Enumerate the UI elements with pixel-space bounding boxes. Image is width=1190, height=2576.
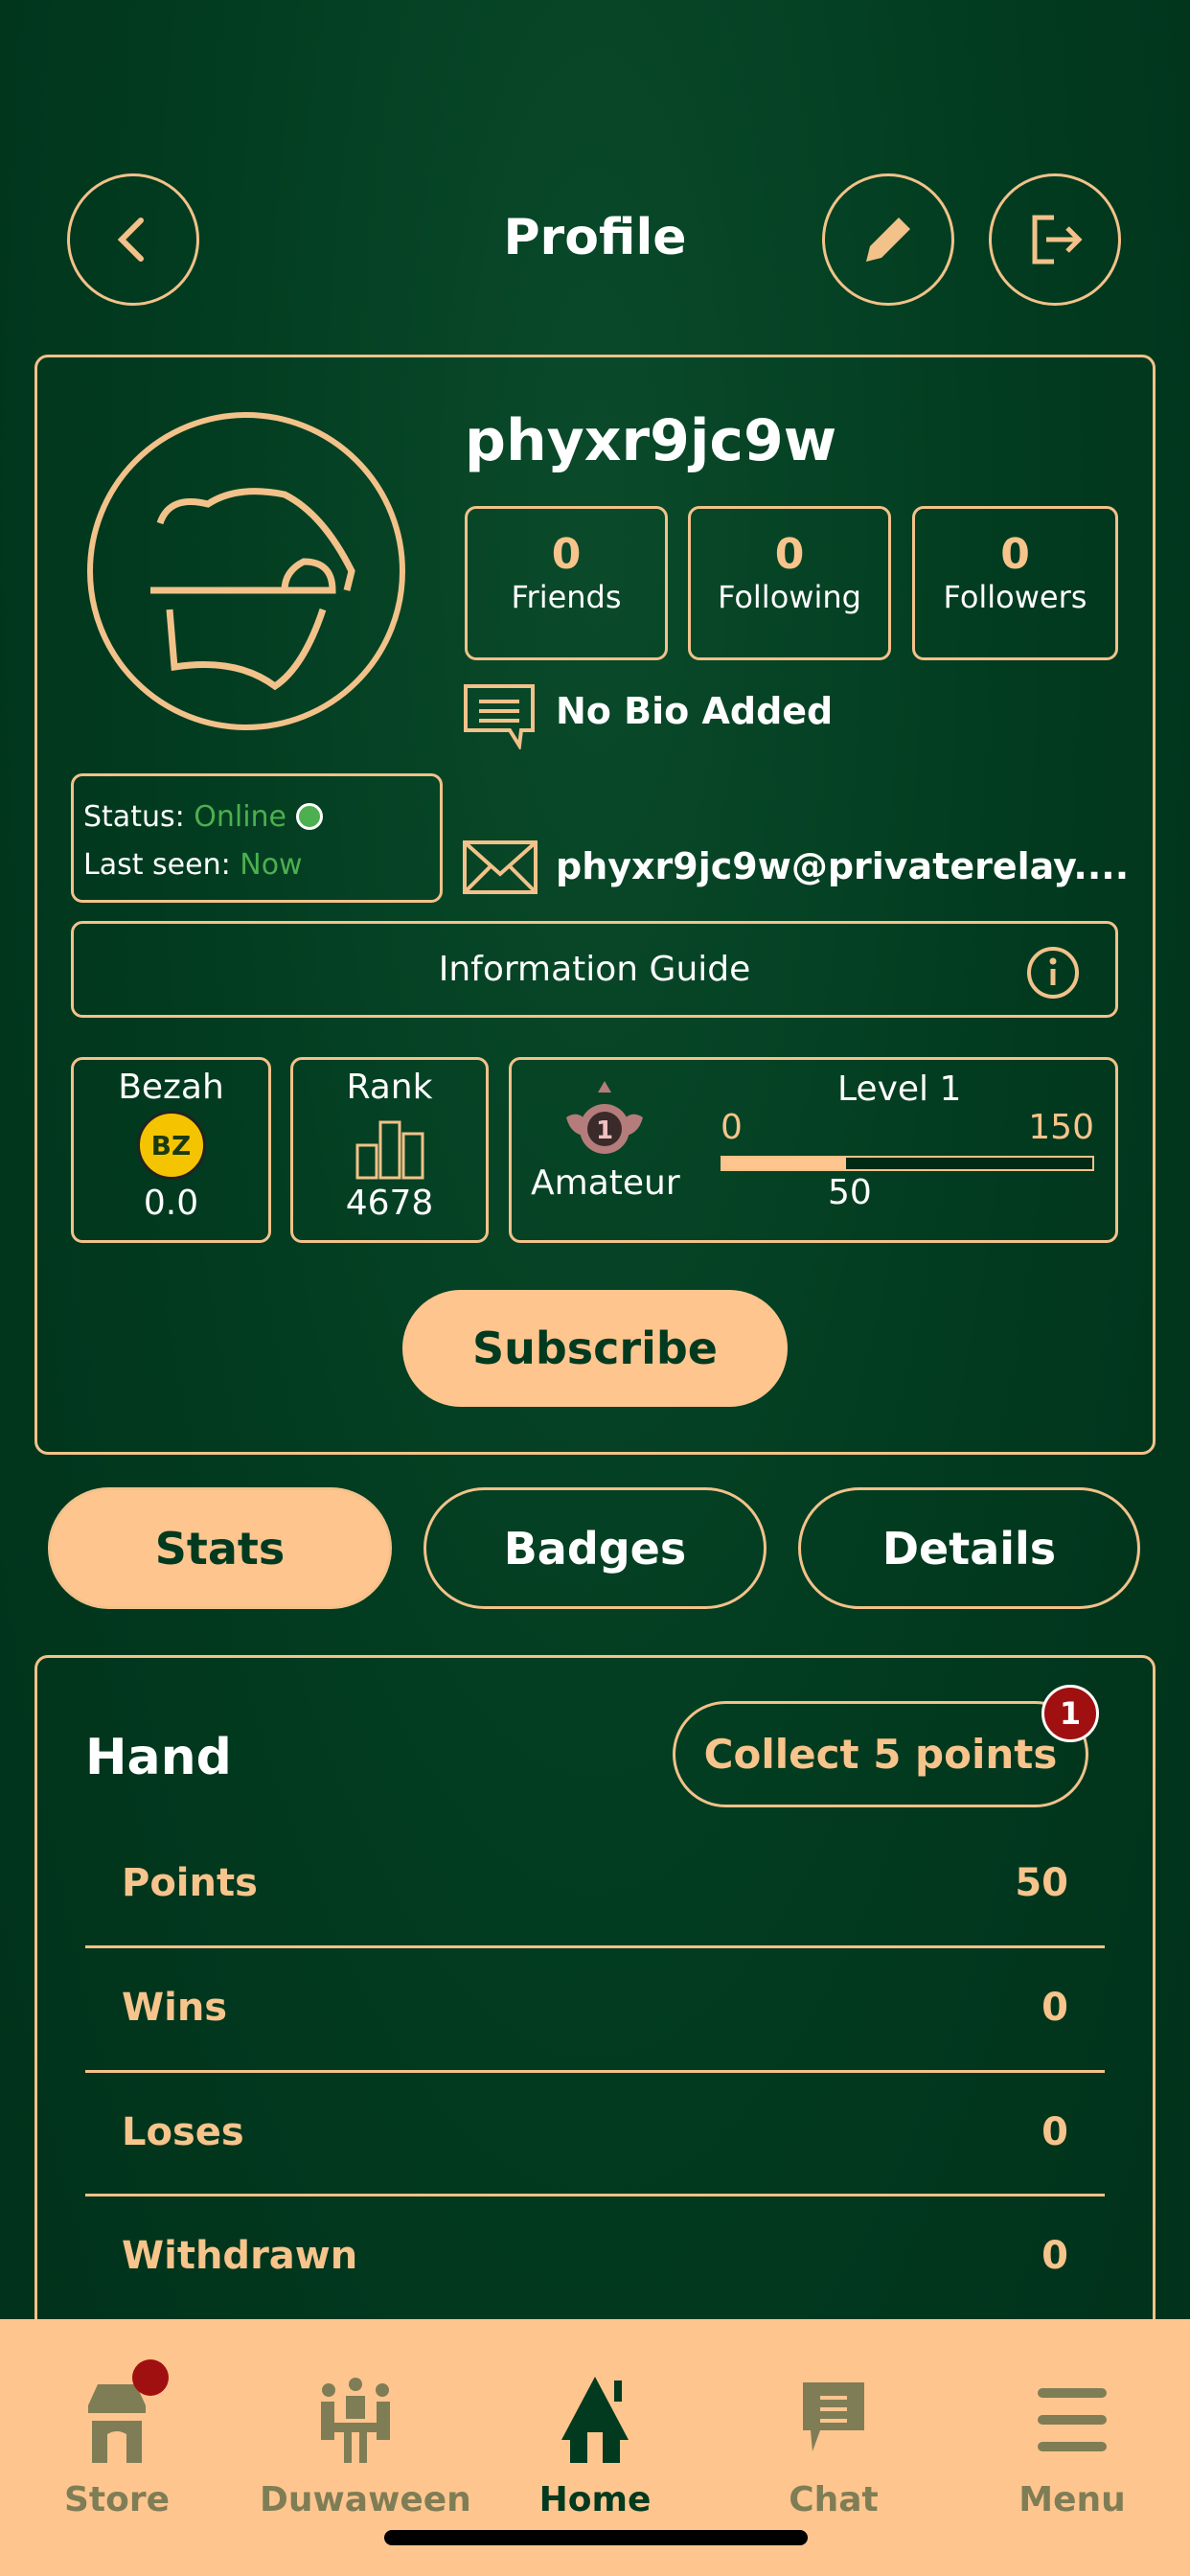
status-value: Online <box>194 800 287 834</box>
level-progress-fill <box>722 1158 846 1169</box>
nav-store[interactable]: Store <box>21 2359 213 2519</box>
nav-label: Home <box>538 2480 652 2519</box>
chat-icon <box>803 2382 864 2451</box>
status-box: Status: Online Last seen: Now <box>71 773 443 903</box>
logout-button[interactable] <box>989 173 1121 306</box>
menu-icon <box>1038 2388 1107 2451</box>
stat-value: 0 <box>1041 2234 1068 2278</box>
level-box: 1 Amateur Level 1 0 150 50 <box>509 1057 1118 1243</box>
friends-count: 0 <box>551 530 582 579</box>
following-count: 0 <box>774 530 805 579</box>
following-label: Following <box>718 579 861 615</box>
notification-badge: 1 <box>1041 1685 1099 1742</box>
rank-value: 4678 <box>345 1184 434 1223</box>
bezah-coin-icon: BZ <box>136 1111 206 1180</box>
following-stat[interactable]: 0 Following <box>688 506 891 660</box>
avatar <box>87 412 405 730</box>
nav-label: Duwaween <box>260 2480 471 2519</box>
divider <box>85 1945 1105 1948</box>
level-min: 0 <box>721 1108 743 1147</box>
level-current: 50 <box>828 1173 872 1212</box>
info-icon <box>1027 947 1079 999</box>
level-title: Amateur <box>531 1163 680 1203</box>
followers-stat[interactable]: 0 Followers <box>912 506 1118 660</box>
bezah-value: 0.0 <box>143 1184 199 1223</box>
username: phyxr9jc9w <box>465 407 837 474</box>
email: phyxr9jc9w@privaterelay.... <box>556 845 1130 887</box>
followers-count: 0 <box>1000 530 1030 579</box>
svg-text:1: 1 <box>596 1116 613 1145</box>
divider <box>85 2194 1105 2196</box>
stat-row-wins: Wins 0 <box>85 1976 1105 2039</box>
email-icon <box>463 840 538 894</box>
home-indicator <box>384 2530 808 2545</box>
level-medal-icon: 1 <box>566 1081 643 1154</box>
hand-title: Hand <box>85 1729 232 1786</box>
followers-label: Followers <box>943 579 1087 615</box>
divider <box>85 2070 1105 2073</box>
stat-value: 0 <box>1041 2110 1068 2154</box>
last-seen-label: Last seen: <box>83 848 231 882</box>
information-guide-button[interactable]: Information Guide <box>71 921 1118 1018</box>
logo-icon <box>150 488 355 691</box>
home-icon <box>561 2377 629 2463</box>
tab-details[interactable]: Details <box>798 1487 1140 1609</box>
collect-points-label: Collect 5 points <box>703 1731 1058 1778</box>
edit-button[interactable] <box>822 173 954 306</box>
logout-icon <box>1032 215 1083 264</box>
store-notification-dot <box>132 2359 169 2396</box>
last-seen-value: Now <box>240 848 303 882</box>
bezah-label: Bezah <box>118 1068 224 1107</box>
nav-home[interactable]: Home <box>499 2377 691 2519</box>
stat-label: Wins <box>122 1986 228 2030</box>
table-people-icon <box>321 2378 390 2463</box>
level-label: Level 1 <box>837 1070 962 1109</box>
nav-label: Store <box>63 2480 171 2519</box>
bezah-box: Bezah BZ 0.0 <box>71 1057 271 1243</box>
stat-label: Loses <box>122 2110 244 2154</box>
level-progress-bar <box>721 1156 1094 1171</box>
stat-label: Points <box>122 1861 258 1905</box>
nav-duwaween[interactable]: Duwaween <box>260 2377 471 2519</box>
collect-points-button[interactable]: Collect 5 points 1 <box>673 1685 1099 1807</box>
stat-value: 0 <box>1041 1986 1068 2030</box>
rank-label: Rank <box>346 1068 433 1107</box>
stat-value: 50 <box>1015 1861 1068 1905</box>
nav-chat[interactable]: Chat <box>738 2377 929 2519</box>
tab-badges[interactable]: Badges <box>423 1487 767 1609</box>
nav-menu[interactable]: Menu <box>976 2377 1168 2519</box>
nav-label: Menu <box>1018 2480 1126 2519</box>
podium-icon <box>355 1120 423 1180</box>
online-dot-icon <box>295 803 323 830</box>
stat-row-loses: Loses 0 <box>85 2101 1105 2164</box>
bio-text: No Bio Added <box>556 690 834 732</box>
tab-stats[interactable]: Stats <box>48 1487 392 1609</box>
level-max: 150 <box>1028 1108 1094 1147</box>
bio-icon <box>464 684 535 749</box>
friends-label: Friends <box>511 579 622 615</box>
stat-row-withdrawn: Withdrawn 0 <box>85 2224 1105 2288</box>
subscribe-button[interactable]: Subscribe <box>402 1290 788 1407</box>
stat-label: Withdrawn <box>122 2234 358 2278</box>
stat-row-points: Points 50 <box>85 1852 1105 1915</box>
information-guide-label: Information Guide <box>438 950 751 989</box>
friends-stat[interactable]: 0 Friends <box>465 506 668 660</box>
pencil-icon <box>866 218 910 262</box>
rank-box: Rank 4678 <box>290 1057 489 1243</box>
status-label: Status: <box>83 800 185 834</box>
nav-label: Chat <box>789 2480 879 2519</box>
